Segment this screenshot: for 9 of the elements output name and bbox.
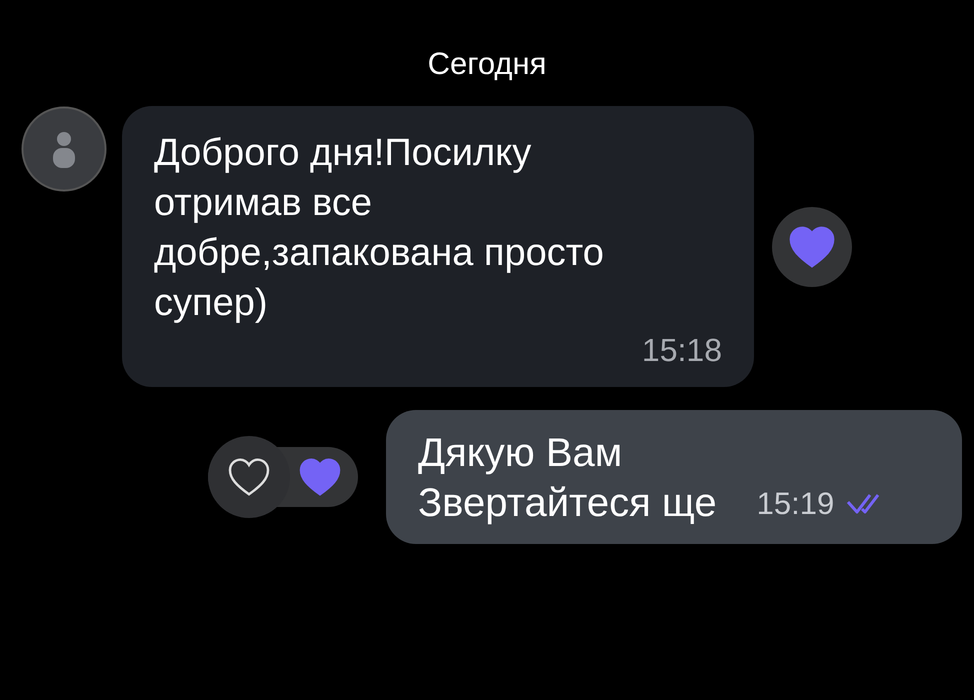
message-time: 15:19 — [756, 486, 834, 522]
heart-icon — [228, 458, 270, 496]
heart-icon — [789, 226, 835, 268]
heart-icon — [299, 458, 341, 496]
message-text: Доброго дня!Посилку отримав все добре,запакована просто супер) — [154, 131, 605, 326]
message-text: Дякую Вам Звертайтеся ще — [418, 430, 717, 527]
avatar-icon[interactable] — [21, 106, 107, 192]
date-label: Сегодня — [428, 46, 546, 82]
message-time: 15:18 — [642, 332, 722, 369]
